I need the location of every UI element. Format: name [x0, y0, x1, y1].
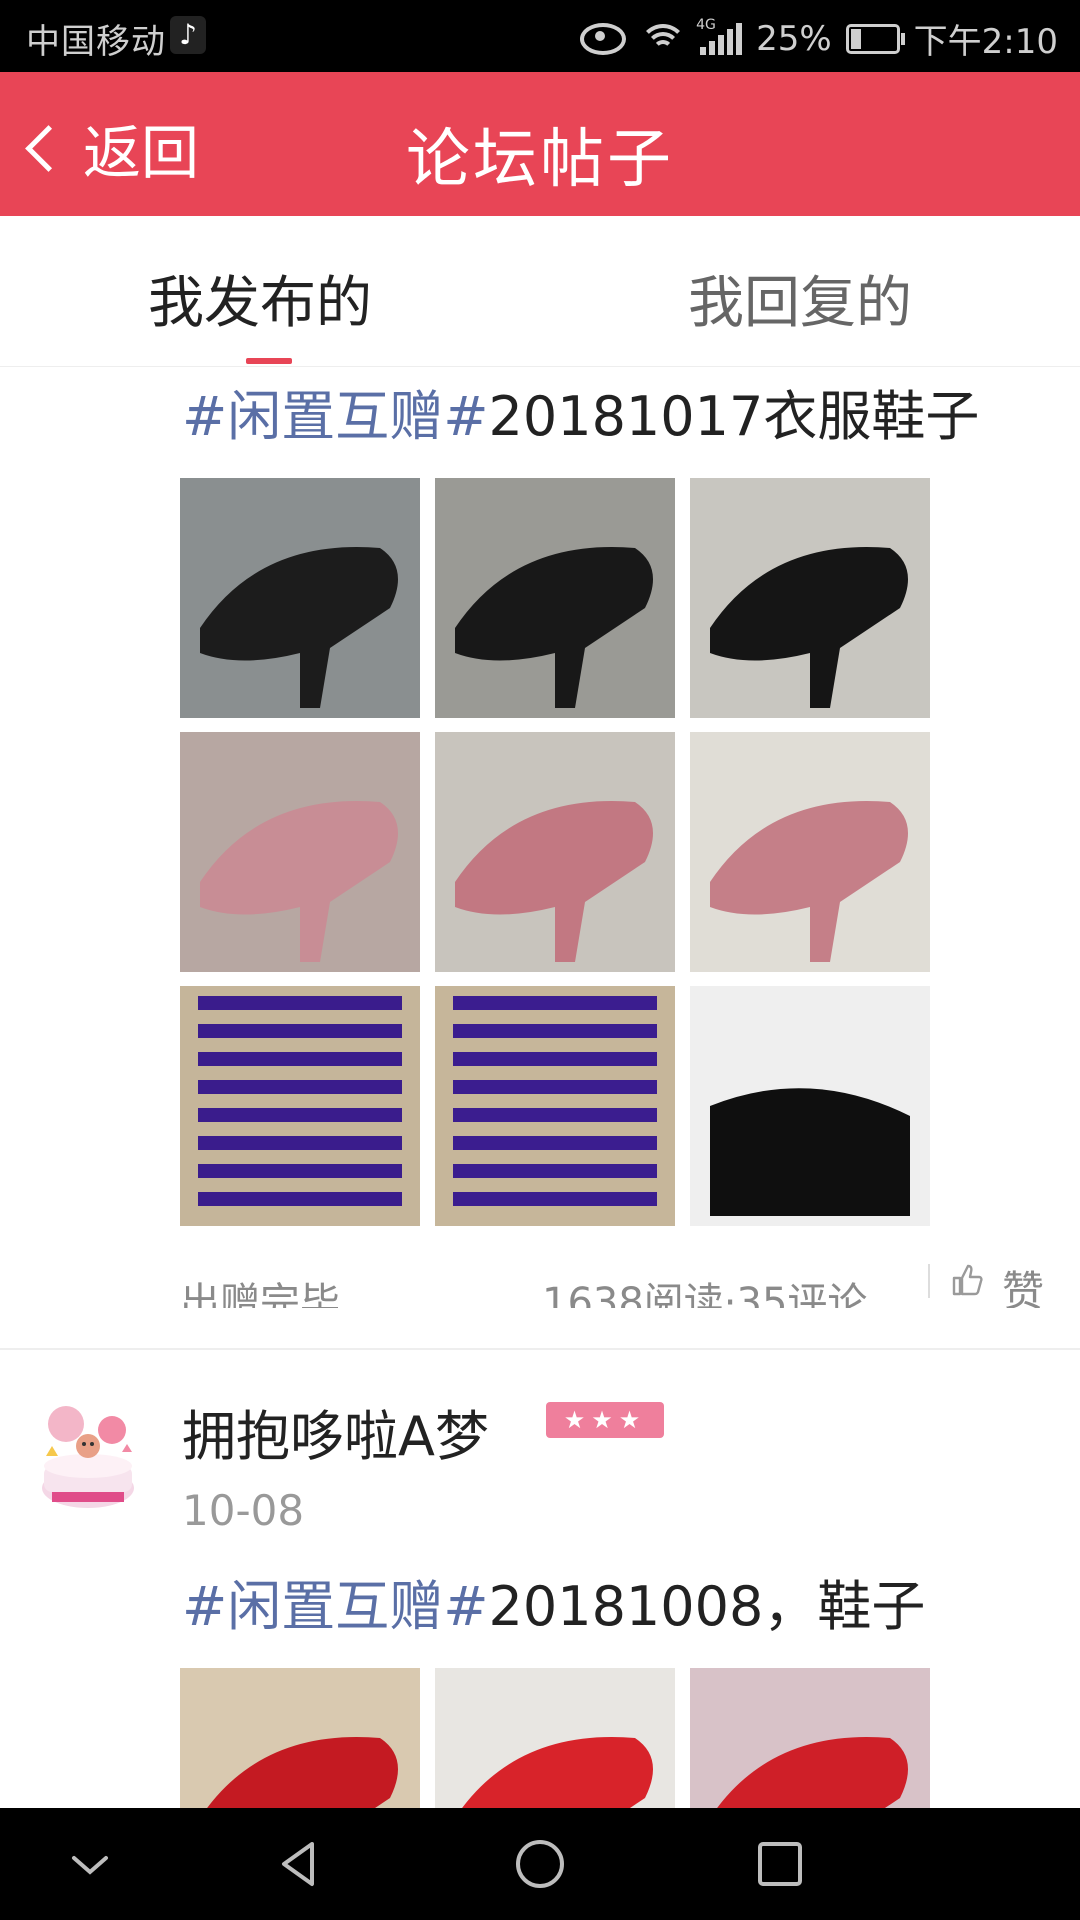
post-photo-striped-sweater-front[interactable]	[180, 986, 420, 1226]
active-tab-indicator	[246, 358, 292, 364]
post-image-grid	[180, 478, 930, 1226]
tab-bar: 我发布的 我回复的	[0, 216, 1080, 367]
post-photo-black-white-sweater[interactable]	[690, 986, 930, 1226]
post-status: 出赠完毕	[180, 1280, 340, 1308]
thumbs-up-icon[interactable]	[950, 1262, 986, 1298]
post-footer: 出赠完毕 1638阅读·35评论 赞	[180, 1260, 1060, 1308]
post-title[interactable]: #闲置互赠#20181008，鞋子	[182, 1562, 925, 1641]
like-button-label[interactable]: 赞	[1002, 1260, 1044, 1308]
post-stats: 1638阅读·35评论	[542, 1280, 868, 1308]
user-avatar[interactable]	[36, 1396, 140, 1520]
home-circle-icon[interactable]	[512, 1836, 568, 1892]
post-photo-black-heel-back[interactable]	[690, 478, 930, 718]
post-photo-pink-heel-fur[interactable]	[435, 732, 675, 972]
post-topic-tag[interactable]: #闲置互赠#	[182, 385, 489, 448]
battery-icon	[845, 23, 905, 54]
post-photo-black-heel-side[interactable]	[180, 478, 420, 718]
tab-my-posts[interactable]: 我发布的	[148, 258, 372, 339]
post-topic-tag[interactable]: #闲置互赠#	[182, 1575, 489, 1638]
post-date: 10-08	[182, 1486, 305, 1535]
carrier-label: 中国移动	[26, 22, 166, 62]
post-title-text: 20181008，鞋子	[488, 1575, 926, 1638]
post-photo-pink-heel-pair-top[interactable]	[180, 732, 420, 972]
footer-divider	[928, 1264, 930, 1298]
app-header: 返回 论坛帖子	[0, 72, 1080, 216]
eye-comfort-icon	[580, 22, 627, 55]
status-bar: 中国移动 ♪ 4G 25% 下午2:10	[0, 0, 1080, 72]
post-photo-black-heel-pair-top[interactable]	[435, 478, 675, 718]
username[interactable]: 拥抱哆啦A梦	[182, 1392, 489, 1471]
system-nav-bar	[0, 1808, 1080, 1920]
post-photo-pink-heel-side[interactable]	[690, 732, 930, 972]
chevron-down-icon[interactable]	[62, 1836, 118, 1892]
tiktok-notification-icon: ♪	[170, 16, 206, 54]
clock: 下午2:10	[913, 22, 1058, 62]
post-separator	[0, 1348, 1080, 1350]
wifi-icon	[639, 22, 688, 56]
cell-signal-icon: 4G	[696, 17, 743, 55]
network-type-label: 4G	[696, 16, 716, 33]
recents-square-icon[interactable]	[752, 1836, 808, 1892]
battery-percent: 25%	[756, 18, 832, 59]
tab-my-replies[interactable]: 我回复的	[688, 258, 912, 339]
post-photo-striped-sweater-bow[interactable]	[435, 986, 675, 1226]
user-level-badge: ★★★	[546, 1402, 664, 1438]
post-title[interactable]: #闲置互赠#20181017衣服鞋子	[182, 372, 979, 451]
post-title-text: 20181017衣服鞋子	[488, 385, 980, 448]
back-triangle-icon[interactable]	[272, 1836, 328, 1892]
page-title: 论坛帖子	[406, 123, 674, 197]
